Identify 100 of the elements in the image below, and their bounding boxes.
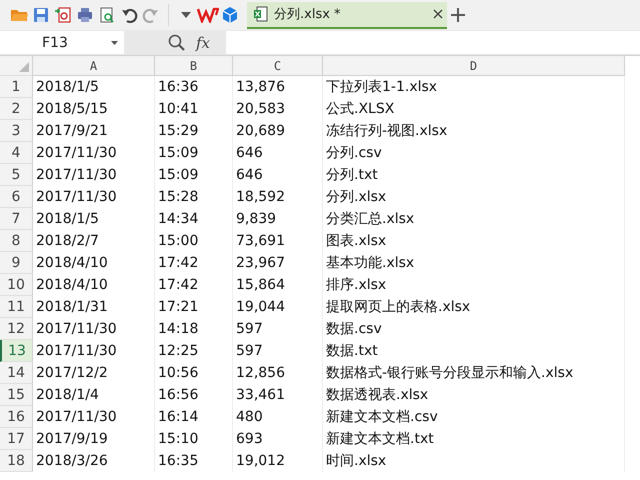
table-cell: 597 (233, 318, 323, 340)
table-cell: 2017/9/21 (33, 120, 155, 142)
table-cell: 33,461 (233, 384, 323, 406)
table-cell: 分列.txt (323, 164, 625, 186)
formula-field[interactable] (226, 31, 640, 54)
table-cell: 图表.xlsx (323, 230, 625, 252)
row-header[interactable]: 7 (0, 208, 33, 230)
table-cell: 17:42 (155, 274, 233, 296)
table-cell: 2018/4/10 (33, 252, 155, 274)
undo-icon[interactable] (120, 6, 138, 24)
print-preview-icon[interactable] (98, 6, 116, 24)
table-cell: 新建文本文档.csv (323, 406, 625, 428)
table-cell: 数据.txt (323, 340, 625, 362)
table-cell: 14:18 (155, 318, 233, 340)
row-header[interactable]: 18 (0, 450, 33, 472)
table-cell: 16:14 (155, 406, 233, 428)
table-cell: 646 (233, 142, 323, 164)
row-header[interactable]: 4 (0, 142, 33, 164)
table-cell: 10:41 (155, 98, 233, 120)
table-cell: 2018/1/5 (33, 76, 155, 98)
table-cell: 分列.csv (323, 142, 625, 164)
table-cell: 23,967 (233, 252, 323, 274)
table-cell: 15:28 (155, 186, 233, 208)
column-header[interactable]: D (323, 56, 625, 76)
row-header[interactable]: 1 (0, 76, 33, 98)
row-header[interactable]: 16 (0, 406, 33, 428)
column-header[interactable]: C (233, 56, 323, 76)
table-cell: 2018/1/31 (33, 296, 155, 318)
column-header[interactable]: A (33, 56, 155, 76)
row-header[interactable]: 17 (0, 428, 33, 450)
table-cell: 17:21 (155, 296, 233, 318)
cube-icon[interactable] (221, 6, 239, 24)
table-cell: 排序.xlsx (323, 274, 625, 296)
table-cell: 20,583 (233, 98, 323, 120)
spreadsheet-file-icon (253, 6, 269, 22)
table-cell: 17:42 (155, 252, 233, 274)
column-header[interactable]: B (155, 56, 233, 76)
new-tab-icon[interactable] (451, 8, 465, 22)
dropdown-caret-icon[interactable] (181, 12, 191, 18)
table-cell: 分列.xlsx (323, 186, 625, 208)
table-cell: 2018/1/5 (33, 208, 155, 230)
table-cell: 2017/11/30 (33, 164, 155, 186)
row-header[interactable]: 15 (0, 384, 33, 406)
table-cell: 597 (233, 340, 323, 362)
table-cell: 基本功能.xlsx (323, 252, 625, 274)
print-icon[interactable] (76, 6, 94, 24)
table-cell: 15:10 (155, 428, 233, 450)
table-cell: 15,864 (233, 274, 323, 296)
table-cell: 数据.csv (323, 318, 625, 340)
table-cell: 2018/2/7 (33, 230, 155, 252)
table-cell: 19,044 (233, 296, 323, 318)
row-header[interactable]: 14 (0, 362, 33, 384)
table-cell: 公式.XLSX (323, 98, 625, 120)
table-cell: 2018/3/26 (33, 450, 155, 472)
row-header[interactable]: 12 (0, 318, 33, 340)
name-box[interactable]: F13 (0, 31, 124, 54)
row-header[interactable]: 11 (0, 296, 33, 318)
export-pdf-icon[interactable] (54, 6, 72, 24)
table-cell: 2017/11/30 (33, 142, 155, 164)
save-icon[interactable] (32, 6, 50, 24)
row-header[interactable]: 3 (0, 120, 33, 142)
w-logo-icon[interactable] (197, 7, 219, 23)
row-header[interactable]: 5 (0, 164, 33, 186)
table-cell: 19,012 (233, 450, 323, 472)
table-cell: 13,876 (233, 76, 323, 98)
zoom-icon[interactable] (168, 34, 186, 52)
close-icon[interactable] (433, 9, 443, 19)
table-cell: 2018/4/10 (33, 274, 155, 296)
table-cell: 693 (233, 428, 323, 450)
table-cell: 20,689 (233, 120, 323, 142)
table-cell: 16:36 (155, 76, 233, 98)
table-cell: 提取网页上的表格.xlsx (323, 296, 625, 318)
table-cell: 15:09 (155, 164, 233, 186)
table-cell: 数据格式-银行账号分段显示和输入.xlsx (323, 362, 625, 384)
document-tab[interactable]: 分列.xlsx * (247, 2, 447, 28)
table-cell: 15:00 (155, 230, 233, 252)
table-cell: 14:34 (155, 208, 233, 230)
caret-icon[interactable] (111, 40, 118, 44)
table-cell: 73,691 (233, 230, 323, 252)
table-cell: 18,592 (233, 186, 323, 208)
row-header[interactable]: 6 (0, 186, 33, 208)
table-cell: 15:09 (155, 142, 233, 164)
table-cell: 时间.xlsx (323, 450, 625, 472)
row-header[interactable]: 8 (0, 230, 33, 252)
table-cell: 数据透视表.xlsx (323, 384, 625, 406)
table-cell: 下拉列表1-1.xlsx (323, 76, 625, 98)
row-header[interactable]: 2 (0, 98, 33, 120)
table-cell: 2018/5/15 (33, 98, 155, 120)
row-header[interactable]: 9 (0, 252, 33, 274)
table-cell: 2018/1/4 (33, 384, 155, 406)
row-header[interactable]: 10 (0, 274, 33, 296)
table-cell: 2017/11/30 (33, 186, 155, 208)
table-cell: 646 (233, 164, 323, 186)
table-cell: 冻结行列-视图.xlsx (323, 120, 625, 142)
table-cell: 15:29 (155, 120, 233, 142)
table-cell: 12,856 (233, 362, 323, 384)
row-header[interactable]: 13 (0, 340, 33, 362)
table-cell: 2017/11/30 (33, 340, 155, 362)
function-button[interactable]: fx (196, 34, 226, 52)
table-cell: 16:56 (155, 384, 233, 406)
